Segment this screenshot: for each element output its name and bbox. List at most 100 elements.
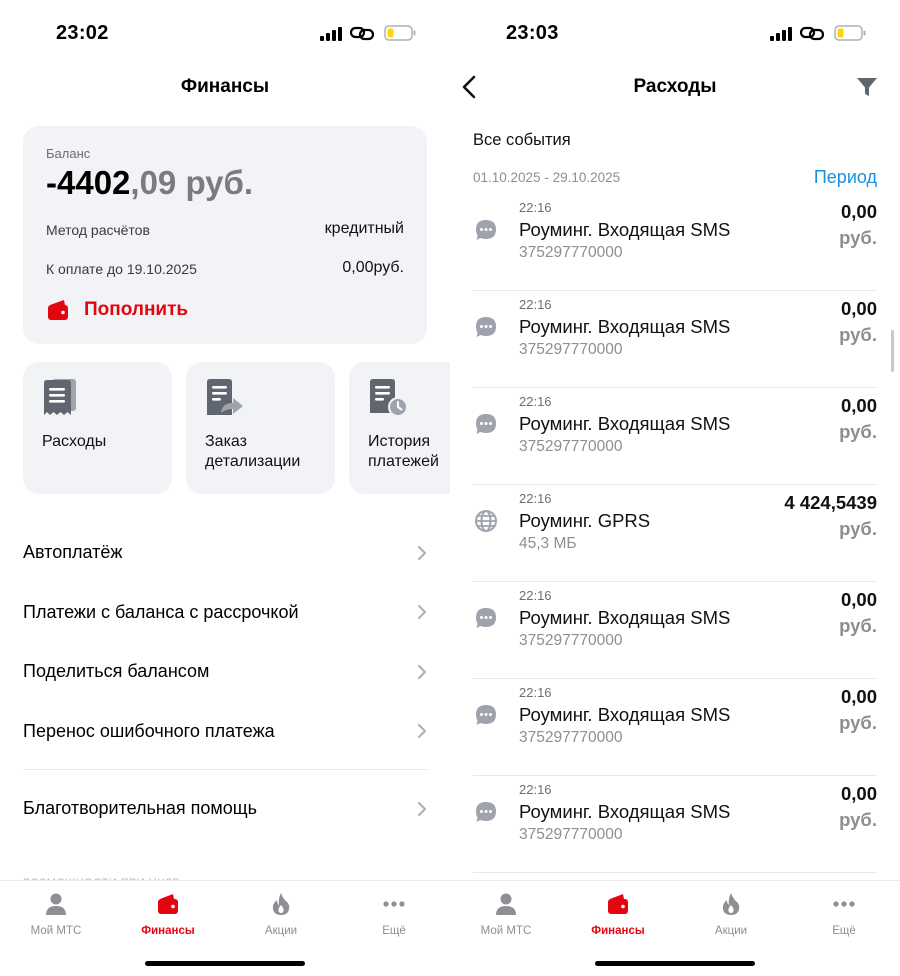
menu-item-transfer-erroneous-payment[interactable]: Перенос ошибочного платежа [23, 702, 427, 762]
transaction-row[interactable]: 22:16 Роуминг. Входящая SMS 375297770000… [473, 388, 877, 485]
more-dots-icon [833, 901, 855, 907]
person-icon [46, 893, 66, 915]
tab-promotions[interactable]: Акции [675, 891, 787, 937]
tile-payment-history-label: История платежей [368, 433, 439, 470]
transaction-row[interactable]: 22:16 Роуминг. GPRS 45,3 МБ 4 424,5439 р… [473, 485, 877, 582]
tile-payment-history[interactable]: История платежей [349, 362, 450, 494]
link-icon [800, 26, 824, 41]
more-dots-icon [383, 901, 405, 907]
tab-finance[interactable]: Финансы [562, 891, 674, 937]
transaction-amount: 0,00 [840, 201, 877, 222]
transaction-currency: руб. [839, 324, 877, 345]
chevron-right-icon [418, 664, 426, 679]
transaction-name: Роуминг. Входящая SMS [519, 801, 731, 822]
page-title: Расходы [633, 76, 717, 97]
payment-method-row: Метод расчётов кредитный [46, 220, 404, 238]
transaction-amount: 0,00 [840, 298, 877, 319]
balance-card[interactable]: Баланс -4402,09 руб. Метод расчётов кред… [23, 126, 427, 344]
topup-label: Пополнить [84, 299, 189, 320]
transaction-detail: 375297770000 [519, 632, 623, 649]
transaction-name: Роуминг. Входящая SMS [519, 607, 731, 628]
menu-item-share-balance[interactable]: Поделиться балансом [23, 642, 427, 702]
tab-label: Мой МТС [480, 925, 532, 937]
transaction-time: 22:16 [519, 297, 552, 312]
transaction-name: Роуминг. Входящая SMS [519, 316, 731, 337]
due-label: К оплате до 19.10.2025 [46, 261, 197, 277]
transaction-name: Роуминг. GPRS [519, 510, 651, 531]
tab-more[interactable]: Ещё [788, 891, 900, 937]
tab-promotions[interactable]: Акции [225, 891, 337, 937]
tab-finance[interactable]: Финансы [112, 891, 224, 937]
finance-menu: Автоплатёж Платежи с баланса с рассрочко… [23, 523, 427, 839]
payment-method-label: Метод расчётов [46, 222, 150, 238]
menu-item-installment-payments[interactable]: Платежи с баланса с рассрочкой [23, 583, 427, 643]
transaction-name: Роуминг. Входящая SMS [519, 219, 731, 240]
status-time: 23:03 [506, 22, 559, 44]
home-indicator [595, 961, 755, 966]
wallet-icon [48, 300, 68, 320]
date-range: 01.10.2025 - 29.10.2025 [473, 170, 621, 185]
tab-bar: Мой МТС Финансы Акции Ещё [0, 880, 450, 976]
transaction-row[interactable]: 22:16 Роуминг. Входящая SMS 375297770000… [473, 194, 877, 291]
menu-item-autopay[interactable]: Автоплатёж [23, 523, 427, 583]
transaction-time: 22:16 [519, 394, 552, 409]
menu-item-label: Благотворительная помощь [23, 798, 257, 819]
tile-order-details-label: Заказ детализации [205, 433, 301, 470]
menu-item-label: Автоплатёж [23, 542, 123, 563]
tab-label: Акции [264, 925, 298, 937]
transaction-currency: руб. [839, 421, 877, 442]
status-time: 23:02 [56, 22, 109, 44]
menu-item-charity[interactable]: Благотворительная помощь [23, 779, 427, 839]
chevron-right-icon [418, 724, 426, 739]
transaction-row[interactable]: 22:16 Роуминг. Входящая SMS 375297770000… [473, 776, 877, 873]
tab-label: Ещё [382, 925, 406, 937]
balance-amount-int: -4402 [46, 164, 131, 201]
topup-button[interactable]: Пополнить [46, 299, 188, 321]
transaction-amount: 0,00 [840, 686, 877, 707]
tab-my-mts[interactable]: Мой МТС [0, 891, 112, 937]
wallet-icon [608, 894, 628, 914]
finance-screen: 23:02 Финансы Баланс -4402,09 руб. Метод… [0, 0, 450, 976]
header: Расходы [450, 64, 900, 110]
balance-amount: -4402,09 руб. [46, 164, 253, 202]
transaction-detail: 375297770000 [519, 729, 623, 746]
document-clock-icon [370, 379, 408, 417]
tab-label: Финансы [591, 925, 645, 937]
transaction-detail: 45,3 МБ [519, 535, 577, 552]
transaction-detail: 375297770000 [519, 341, 623, 358]
divider [23, 769, 427, 770]
transaction-currency: руб. [839, 615, 877, 636]
tab-my-mts[interactable]: Мой МТС [450, 891, 562, 937]
due-row: К оплате до 19.10.2025 0,00руб. [46, 259, 404, 277]
transaction-detail: 375297770000 [519, 438, 623, 455]
quick-actions: Расходы Заказ детализации История платеж… [23, 362, 450, 494]
transaction-row[interactable]: 22:16 Роуминг. Входящая SMS 375297770000… [473, 582, 877, 679]
transaction-name: Роуминг. Входящая SMS [519, 413, 731, 434]
chevron-right-icon [418, 545, 426, 560]
transaction-time: 22:16 [519, 782, 552, 797]
tile-expenses[interactable]: Расходы [23, 362, 172, 494]
chevron-right-icon [418, 605, 426, 620]
person-icon [496, 893, 516, 915]
transaction-row[interactable]: 22:16 Роуминг. Входящая SMS 375297770000… [473, 679, 877, 776]
sms-icon [476, 220, 496, 240]
due-value: 0,00руб. [342, 259, 404, 276]
battery-icon [834, 25, 866, 41]
sms-icon [476, 802, 496, 822]
payment-method-value: кредитный [324, 220, 404, 237]
filter-icon[interactable] [856, 76, 878, 98]
sms-icon [476, 414, 496, 434]
tab-bar: Мой МТС Финансы Акции Ещё [450, 880, 900, 976]
transaction-time: 22:16 [519, 588, 552, 603]
events-title: Все события [473, 131, 571, 149]
home-indicator [145, 961, 305, 966]
transaction-time: 22:16 [519, 491, 552, 506]
scrollbar[interactable] [891, 330, 894, 372]
tile-order-details[interactable]: Заказ детализации [186, 362, 335, 494]
globe-icon [475, 510, 497, 532]
period-link[interactable]: Период [814, 167, 877, 188]
receipt-icon [44, 379, 76, 415]
transaction-row[interactable]: 22:16 Роуминг. Входящая SMS 375297770000… [473, 291, 877, 388]
tab-more[interactable]: Ещё [338, 891, 450, 937]
transaction-amount: 0,00 [840, 395, 877, 416]
